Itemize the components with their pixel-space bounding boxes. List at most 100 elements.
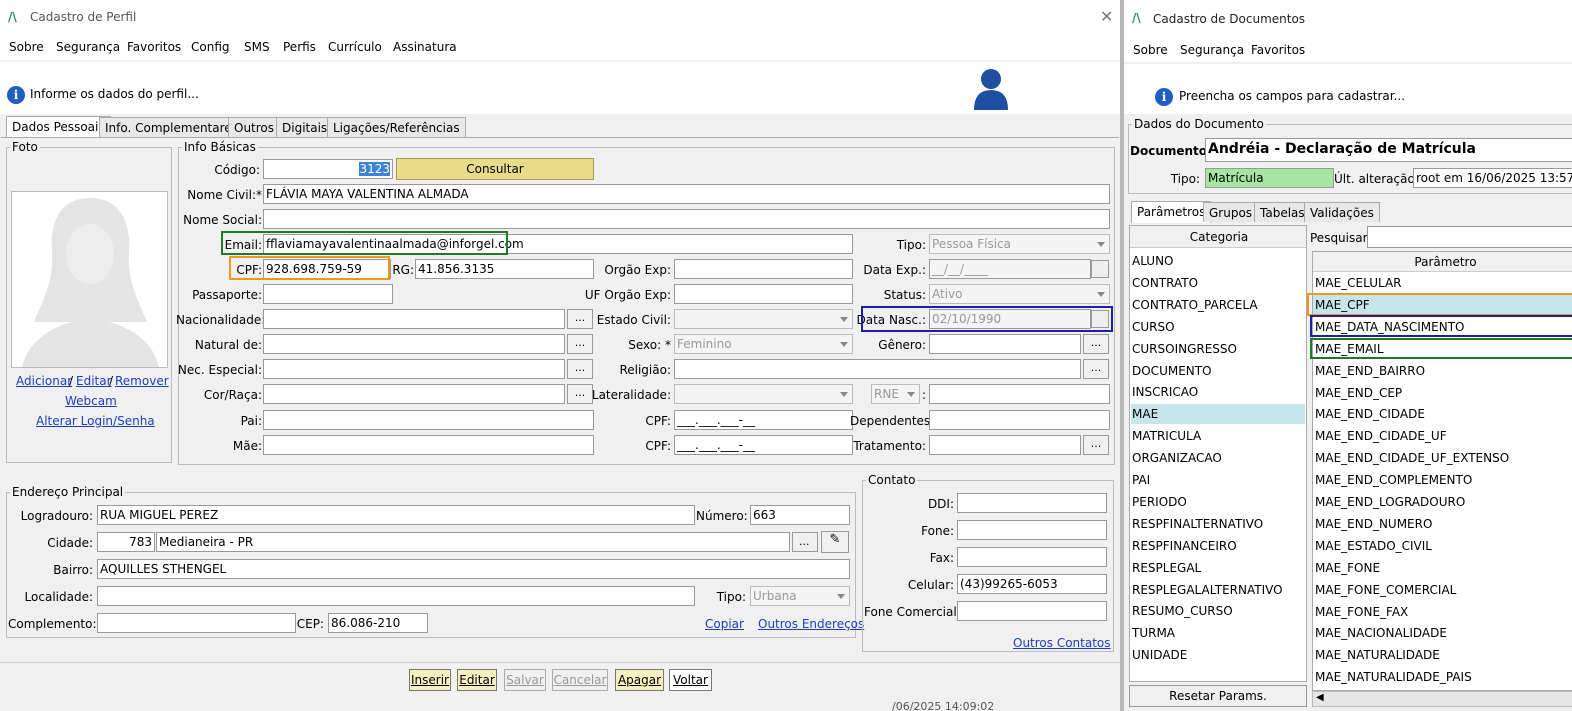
tab-grupos[interactable]: Grupos xyxy=(1203,202,1259,222)
nec-lookup-button[interactable]: ... xyxy=(567,359,593,379)
parametro-item[interactable]: MAE_ESTADO_CIVIL xyxy=(1313,536,1572,556)
tab-digitais[interactable]: Digitais xyxy=(276,117,334,137)
uf-orgao-input[interactable] xyxy=(674,284,853,304)
ddi-input[interactable] xyxy=(957,493,1107,513)
tab-validacoes[interactable]: Validações xyxy=(1304,202,1380,222)
categoria-item[interactable]: RESPFINALTERNATIVO xyxy=(1131,514,1305,534)
menu-sobre[interactable]: Sobre xyxy=(9,40,44,54)
categoria-item[interactable]: RESPLEGALALTERNATIVO xyxy=(1131,580,1305,600)
menu-config[interactable]: Config xyxy=(191,40,230,54)
religiao-lookup-button[interactable]: ... xyxy=(1083,359,1109,379)
rg-input[interactable]: 41.856.3135 xyxy=(415,259,594,279)
doc-menu-seguranca[interactable]: Segurança xyxy=(1180,43,1244,57)
categoria-item[interactable]: CURSO xyxy=(1131,317,1305,337)
pesquisar-input[interactable] xyxy=(1367,226,1572,248)
nec-input[interactable] xyxy=(263,359,565,379)
tab-info-complementares[interactable]: Info. Complementares xyxy=(99,117,244,137)
calendar-icon[interactable] xyxy=(1091,260,1109,278)
categoria-item[interactable]: RESPFINANCEIRO xyxy=(1131,536,1305,556)
passaporte-input[interactable] xyxy=(263,284,393,304)
categoria-item[interactable]: PAI xyxy=(1131,470,1305,490)
categoria-item[interactable]: RESPLEGAL xyxy=(1131,558,1305,578)
tipo-select[interactable]: Pessoa Física xyxy=(929,234,1110,254)
sexo-select[interactable]: Feminino xyxy=(674,334,853,354)
categoria-item[interactable]: MAE xyxy=(1131,404,1305,425)
categoria-item[interactable]: CURSOINGRESSO xyxy=(1131,339,1305,359)
estado-civil-select[interactable] xyxy=(674,309,853,329)
cpf-pai-input[interactable]: ___.___.___-__ xyxy=(674,410,853,430)
tab-tabelas[interactable]: Tabelas xyxy=(1254,202,1311,222)
fone-input[interactable] xyxy=(957,520,1107,540)
inserir-button[interactable]: Inserir xyxy=(409,669,451,691)
complemento-input[interactable] xyxy=(97,613,296,633)
numero-input[interactable]: 663 xyxy=(750,505,850,525)
parametro-item[interactable]: MAE_END_CIDADE_UF_EXTENSO xyxy=(1313,448,1572,468)
parametro-item[interactable]: MAE_CELULAR xyxy=(1313,273,1572,293)
documento-input[interactable]: Andréia - Declaração de Matrícula xyxy=(1205,138,1572,162)
localidade-input[interactable] xyxy=(97,586,695,606)
tratamento-lookup-button[interactable]: ... xyxy=(1083,435,1109,455)
cep-input[interactable]: 86.086-210 xyxy=(328,613,428,633)
apagar-button[interactable]: Apagar xyxy=(615,669,664,691)
genero-input[interactable] xyxy=(929,334,1081,354)
alterar-login-link[interactable]: Alterar Login/Senha xyxy=(36,414,155,428)
menu-assinatura[interactable]: Assinatura xyxy=(393,40,457,54)
parametro-item[interactable]: MAE_END_BAIRRO xyxy=(1313,361,1572,381)
nome-civil-input[interactable]: FLÁVIA MAYA VALENTINA ALMADA xyxy=(263,184,1110,204)
categoria-item[interactable]: INSCRICAO xyxy=(1131,382,1305,402)
editar-button[interactable]: Editar xyxy=(457,669,497,691)
categoria-item[interactable]: ALUNO xyxy=(1131,251,1305,271)
pai-input[interactable] xyxy=(263,410,594,430)
consultar-button[interactable]: Consultar xyxy=(396,158,594,180)
menu-perfis[interactable]: Perfis xyxy=(283,40,316,54)
categoria-item[interactable]: RESUMO_CURSO xyxy=(1131,601,1305,621)
parametro-item[interactable]: MAE_END_CEP xyxy=(1313,383,1572,403)
fone-comercial-input[interactable] xyxy=(957,601,1107,621)
doc-tipo-input[interactable]: Matrícula xyxy=(1205,168,1334,188)
tratamento-input[interactable] xyxy=(929,435,1081,455)
categoria-item[interactable]: DOCUMENTO xyxy=(1131,361,1305,381)
outros-enderecos-link[interactable]: Outros Endereços xyxy=(758,617,864,631)
categoria-list[interactable]: Categoria ALUNO CONTRATO CONTRATO_PARCELA C… xyxy=(1129,225,1307,682)
parametro-item[interactable]: MAE_END_CIDADE_UF xyxy=(1313,426,1572,446)
webcam-link[interactable]: Webcam xyxy=(65,394,117,408)
cidade-codigo-input[interactable]: 783 xyxy=(97,532,155,552)
logradouro-input[interactable]: RUA MIGUEL PEREZ xyxy=(97,505,695,525)
parametro-item[interactable]: MAE_NACIONALIDADE xyxy=(1313,623,1572,643)
rne-input[interactable] xyxy=(929,384,1110,404)
resetar-params-button[interactable]: Resetar Params. xyxy=(1129,685,1307,707)
cidade-input[interactable]: Medianeira - PR xyxy=(156,532,790,552)
orgao-exp-input[interactable] xyxy=(674,259,853,279)
status-select[interactable]: Ativo xyxy=(929,284,1110,304)
nacionalidade-input[interactable] xyxy=(263,309,565,329)
genero-lookup-button[interactable]: ... xyxy=(1083,334,1109,354)
copiar-link[interactable]: Copiar xyxy=(705,617,744,631)
celular-input[interactable]: (43)99265-6053 xyxy=(957,574,1107,594)
remover-link[interactable]: Remover xyxy=(115,374,169,388)
parametro-item[interactable]: MAE_NATURALIDADE_PAIS xyxy=(1313,667,1572,687)
tab-outros[interactable]: Outros xyxy=(228,117,281,137)
salvar-button[interactable]: Salvar xyxy=(504,669,546,691)
adicionar-link[interactable]: Adicionar xyxy=(16,374,72,388)
parametro-item[interactable]: MAE_END_COMPLEMENTO xyxy=(1313,470,1572,490)
horizontal-scrollbar[interactable]: ◀ xyxy=(1312,691,1572,707)
outros-contatos-link[interactable]: Outros Contatos xyxy=(1013,636,1111,650)
bairro-input[interactable]: AQUILLES STHENGEL xyxy=(97,559,850,579)
nome-social-input[interactable] xyxy=(263,209,1110,229)
parametro-item[interactable]: MAE_FONE_FAX xyxy=(1313,602,1572,622)
tab-parametros[interactable]: Parâmetros xyxy=(1131,201,1212,223)
tab-dados-pessoais[interactable]: Dados Pessoais xyxy=(6,116,111,138)
voltar-button[interactable]: Voltar xyxy=(669,669,712,691)
doc-menu-sobre[interactable]: Sobre xyxy=(1133,43,1168,57)
parametro-item[interactable]: MAE_FONE_COMERCIAL xyxy=(1313,580,1572,600)
edit-pencil-icon[interactable]: ✎ xyxy=(821,531,849,553)
rne-select[interactable]: RNE xyxy=(871,384,920,404)
data-exp-input[interactable]: __/__/____ xyxy=(929,259,1091,279)
doc-menu-favoritos[interactable]: Favoritos xyxy=(1251,43,1305,57)
categoria-item[interactable]: ORGANIZACAO xyxy=(1131,448,1305,468)
categoria-item[interactable]: CONTRATO xyxy=(1131,273,1305,293)
cor-input[interactable] xyxy=(263,384,565,404)
mae-input[interactable] xyxy=(263,435,594,455)
parametro-item[interactable]: MAE_NATURALIDADE xyxy=(1313,645,1572,665)
categoria-item[interactable]: MATRICULA xyxy=(1131,426,1305,446)
